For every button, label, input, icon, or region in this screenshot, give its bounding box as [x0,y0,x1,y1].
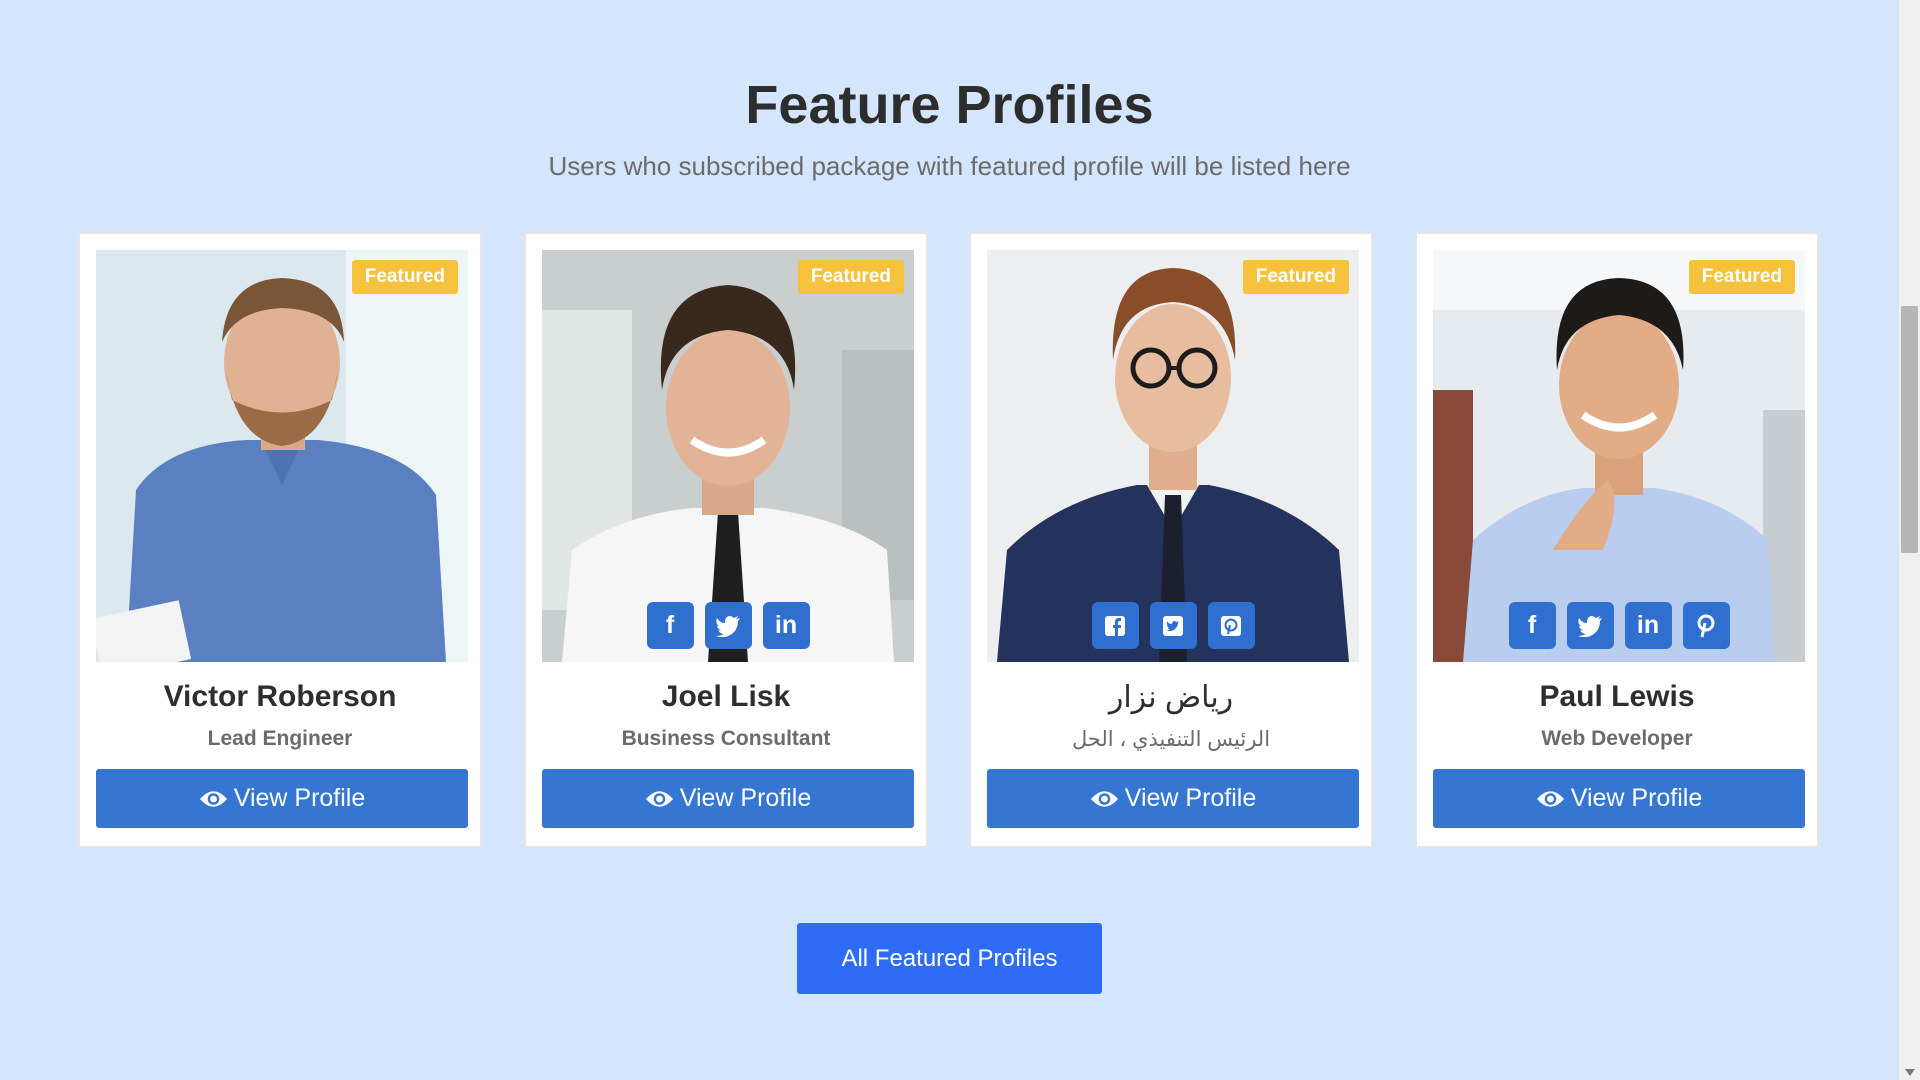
profile-name: رياض نزار [1108,681,1234,714]
profile-card-riyad-nizar: Featured رياض نزار الرئيس التنفيذي ، الح… [969,232,1373,848]
profile-name: Paul Lewis [1539,680,1695,713]
profile-role: الرئيس التنفيذي ، الحل [1071,728,1271,751]
view-profile-label: View Profile [679,784,812,812]
featured-badge: Featured [351,260,458,294]
eye-icon [1090,790,1118,807]
scroll-down-arrow-icon[interactable] [1905,1069,1915,1076]
section-subtitle: Users who subscribed package with featur… [548,151,1351,181]
social-links: f in [542,602,914,649]
linkedin-icon[interactable]: in [1624,602,1672,649]
profile-photo[interactable]: Featured [987,250,1359,662]
profile-photo[interactable]: Featured f in [542,250,914,662]
facebook-icon[interactable]: f [646,602,694,649]
profile-photo[interactable]: Featured f in [1433,250,1805,662]
profile-card-joel-lisk: Featured f in Joel Lisk Business Consult… [524,232,928,848]
eye-icon [645,790,673,807]
profile-card-paul-lewis: Featured f in Paul Lewis Web Developer V… [1415,232,1819,848]
twitter-square-icon[interactable] [1149,602,1197,649]
twitter-icon[interactable] [1566,602,1614,649]
social-links [987,602,1359,649]
eye-icon [1536,790,1564,807]
facebook-square-icon[interactable] [1091,602,1139,649]
featured-badge: Featured [1688,260,1795,294]
section-title: Feature Profiles [745,75,1154,135]
scrollbar-thumb[interactable] [1901,306,1918,553]
profile-role: Web Developer [1541,727,1693,750]
featured-badge: Featured [797,260,904,294]
view-profile-button[interactable]: View Profile [542,769,914,828]
profile-name: Victor Roberson [163,680,397,713]
profile-role: Business Consultant [621,727,831,750]
all-featured-profiles-button[interactable]: All Featured Profiles [797,923,1102,994]
eye-icon [199,790,227,807]
profile-role: Lead Engineer [207,727,353,750]
view-profile-label: View Profile [233,784,366,812]
profile-photo[interactable]: Featured [96,250,468,662]
view-profile-button[interactable]: View Profile [987,769,1359,828]
vertical-scrollbar[interactable] [1899,0,1920,1080]
featured-profiles-section: Feature Profiles Users who subscribed pa… [0,0,1899,1080]
social-links: f in [1433,602,1805,649]
pinterest-square-icon[interactable] [1207,602,1255,649]
view-profile-button[interactable]: View Profile [96,769,468,828]
view-profile-label: View Profile [1124,784,1257,812]
featured-badge: Featured [1242,260,1349,294]
profile-card-victor-roberson: Featured Victor Roberson Lead Engineer V… [78,232,482,848]
profile-name: Joel Lisk [661,680,791,713]
twitter-icon[interactable] [704,602,752,649]
facebook-icon[interactable]: f [1508,602,1556,649]
pinterest-icon[interactable] [1682,602,1730,649]
view-profile-label: View Profile [1570,784,1703,812]
linkedin-icon[interactable]: in [762,602,810,649]
view-profile-button[interactable]: View Profile [1433,769,1805,828]
